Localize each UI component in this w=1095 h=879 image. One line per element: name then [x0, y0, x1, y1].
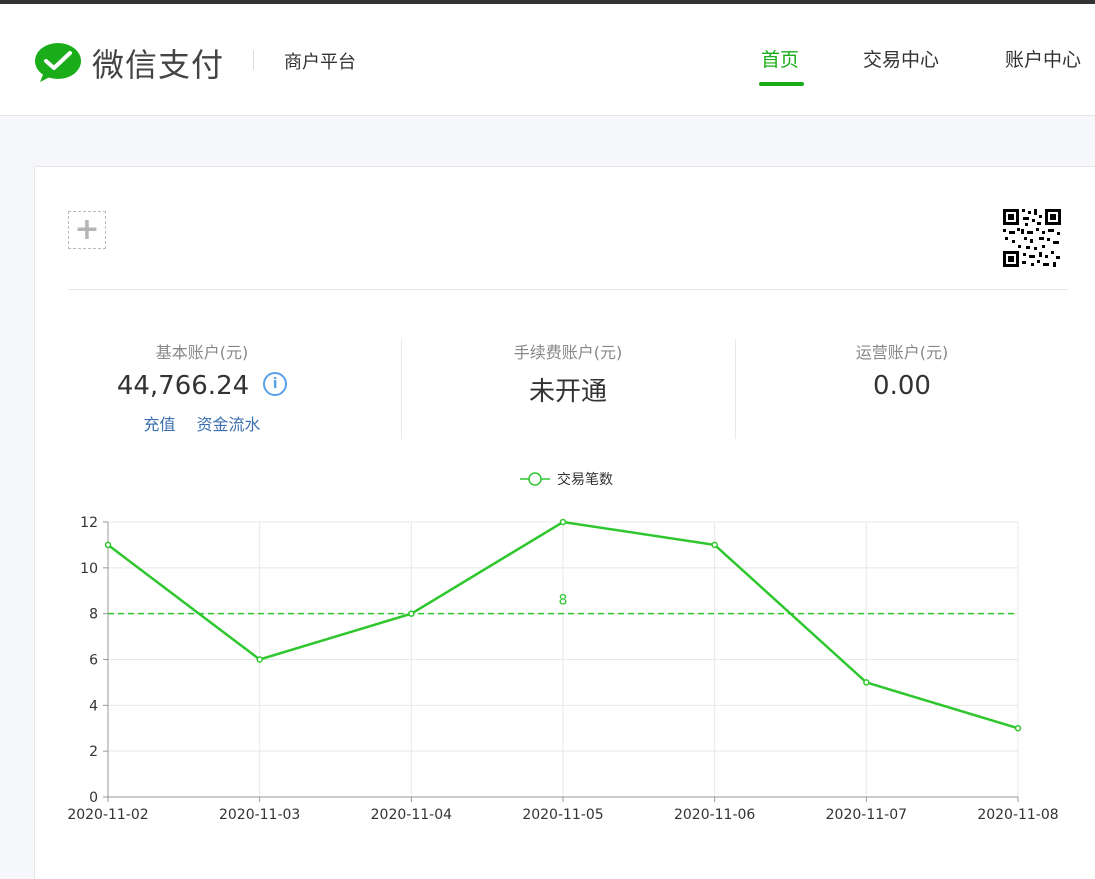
transaction-chart: 0 2 4 6 8 10 12 2020-11-02 2020-11-03 2020-11-04 2…	[67, 471, 1058, 823]
y-tick-label: 6	[89, 653, 98, 669]
y-tick-label: 12	[80, 515, 98, 531]
x-tick-label: 2020-11-06	[674, 807, 755, 823]
platform-title: 商户平台	[284, 52, 356, 73]
legend-label: 交易笔数	[557, 471, 613, 488]
y-tick-label: 2	[89, 744, 98, 760]
average-line-label: 8	[559, 593, 568, 609]
x-tick-label: 2020-11-07	[826, 807, 907, 823]
x-tick-label: 2020-11-04	[371, 807, 452, 823]
x-tick-label: 2020-11-08	[977, 807, 1058, 823]
x-tick-label: 2020-11-02	[67, 807, 148, 823]
data-point	[1014, 725, 1022, 732]
nav-active-indicator	[759, 82, 804, 86]
header: 微信支付 商户平台 首页 交易中心 账户中心	[0, 4, 1095, 116]
y-tick-label: 10	[80, 561, 98, 577]
data-point	[559, 518, 567, 526]
data-point	[104, 541, 112, 549]
data-point	[711, 541, 718, 549]
x-tick-label: 2020-11-05	[522, 807, 603, 823]
nav-home[interactable]: 首页	[761, 45, 799, 72]
y-tick-label: 4	[89, 698, 98, 714]
brand-name: 微信支付	[92, 46, 225, 84]
data-point	[863, 679, 870, 686]
y-tick-label: 8	[89, 607, 98, 623]
nav-trade-center[interactable]: 交易中心	[863, 45, 939, 72]
header-divider	[253, 50, 254, 70]
y-tick-label: 0	[89, 790, 98, 806]
data-point	[408, 610, 415, 617]
main-card: + 基本账户(元) 44,766.24 i 充值 资金流水 手续费账户(元) 未…	[34, 166, 1095, 879]
nav-account-center[interactable]: 账户中心	[1005, 45, 1081, 72]
data-point	[256, 656, 263, 663]
x-tick-label: 2020-11-03	[219, 807, 300, 823]
legend-marker	[528, 472, 542, 486]
wechat-pay-logo[interactable]: 微信支付	[34, 40, 224, 86]
wechat-logo-icon	[35, 43, 81, 82]
